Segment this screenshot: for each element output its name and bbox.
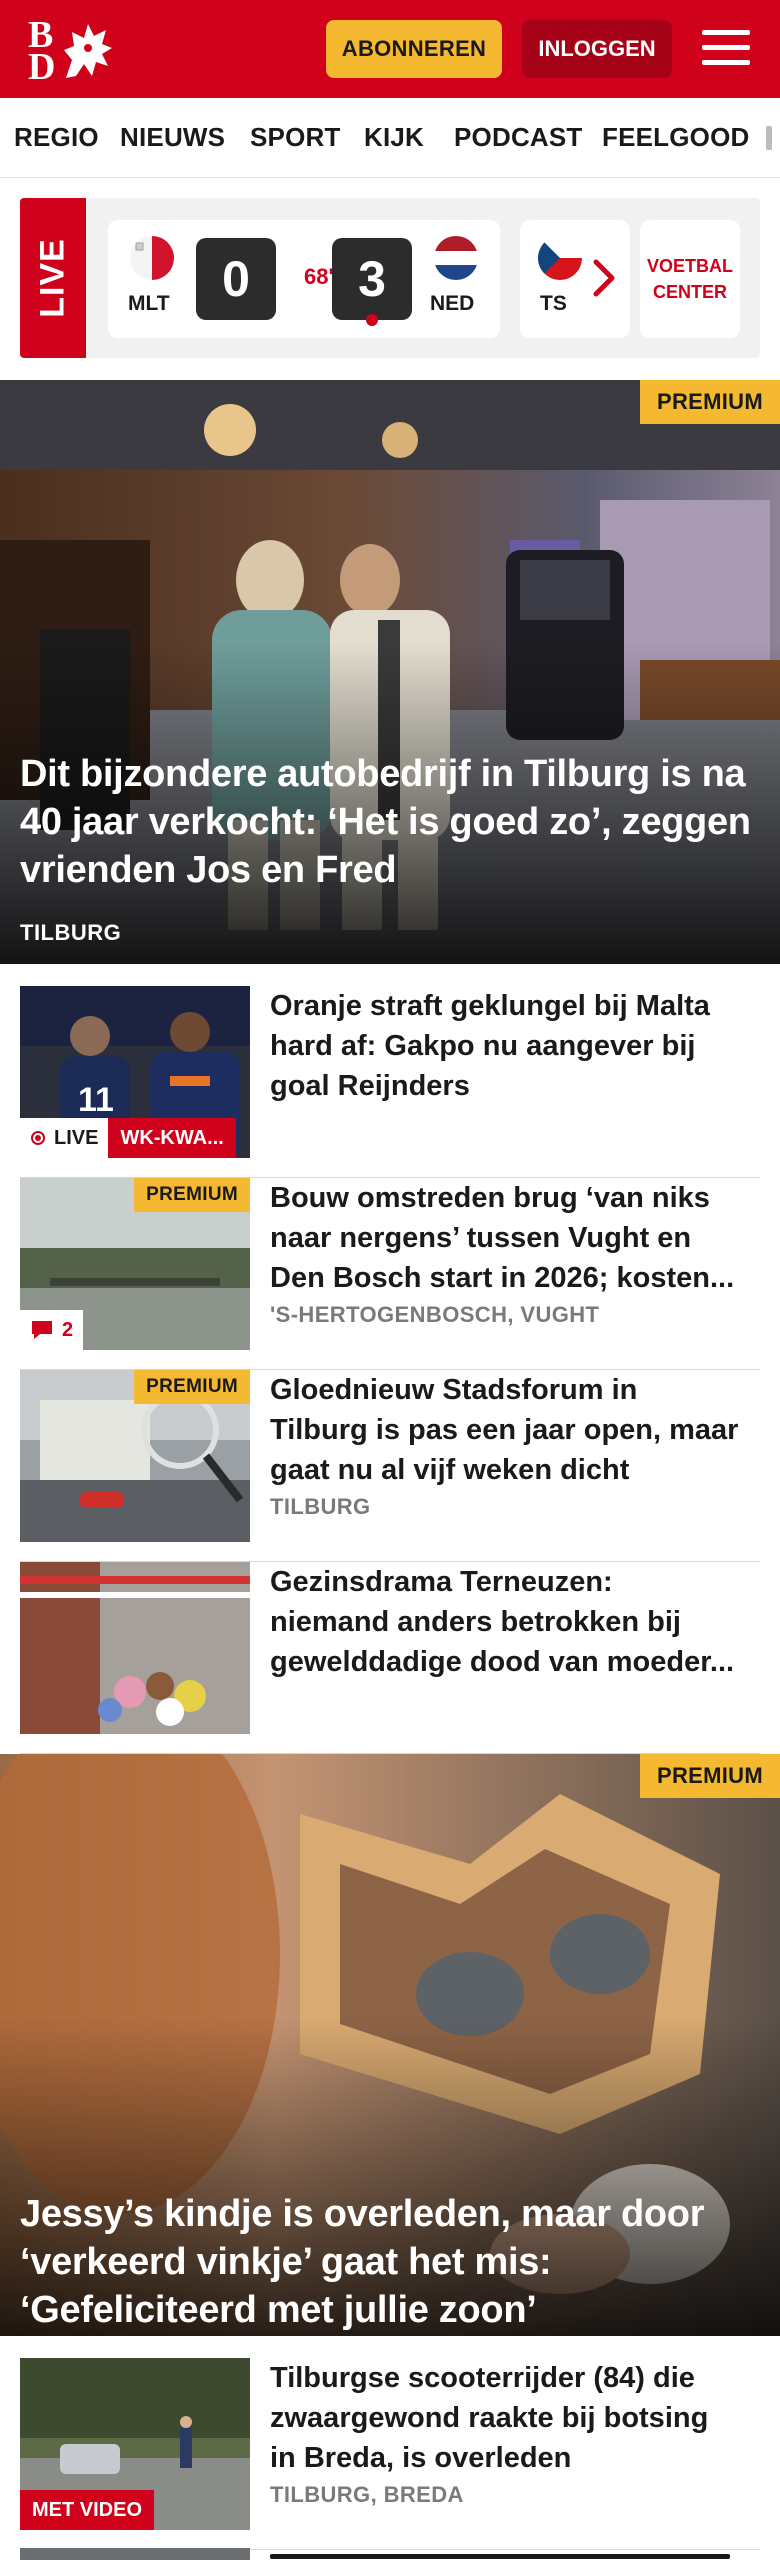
next-thumbnail-peek: [20, 2548, 250, 2560]
hero-article-2[interactable]: PREMIUM Jessy’s kindje is overleden, maa…: [0, 1754, 780, 2336]
netherlands-flag-icon: [434, 236, 478, 280]
nav-item-feelgood[interactable]: FEELGOOD: [602, 122, 750, 153]
czech-flag-icon: [538, 236, 582, 280]
bd-logo[interactable]: B D: [28, 16, 118, 86]
live-tag-label: LIVE: [33, 238, 72, 318]
article-location: TILBURG, BREDA: [270, 2482, 464, 2507]
comments-count: 2: [62, 1318, 74, 1341]
nav-overflow-indicator: [766, 126, 772, 150]
list-item[interactable]: Gezinsdrama Terneuzen: niemand anders be…: [20, 1562, 760, 1754]
premium-badge: PREMIUM: [134, 1370, 250, 1404]
thumbnail-accident: MET VIDEO: [20, 2358, 250, 2530]
premium-badge: PREMIUM: [640, 380, 780, 424]
live-tag: LIVE: [20, 198, 86, 358]
article-title[interactable]: Gloednieuw Stadsforum in Tilburg is pas …: [270, 1370, 740, 1490]
away-team-code: NED: [430, 292, 475, 315]
match-minute: 68': [304, 264, 334, 289]
thumbnail-football: 11 LIVE WK-KWA...: [20, 986, 250, 1158]
thumbnail-stadsforum: PREMIUM: [20, 1370, 250, 1542]
dragon-icon: [64, 24, 112, 78]
live-scores-strip: LIVE MLT 0 68' 3 NED TS VOETBAL CENTER: [20, 198, 760, 358]
thumbnail-bridge: PREMIUM 2: [20, 1178, 250, 1350]
thumbnail-memorial: [20, 1562, 250, 1734]
live-dot-icon: [31, 1131, 45, 1145]
comment-icon: [32, 1321, 52, 1339]
chevron-right-icon[interactable]: [592, 258, 618, 298]
list-item[interactable]: PREMIUM Gloednieuw Stadsforum in Tilburg…: [20, 1370, 760, 1562]
article-title[interactable]: Oranje straft geklungel bij Malta hard a…: [270, 986, 740, 1106]
article-location: TILBURG: [270, 1494, 371, 1519]
comments-badge[interactable]: 2: [20, 1310, 84, 1350]
away-score: 3: [332, 238, 412, 320]
nav-item-sport[interactable]: SPORT: [250, 122, 341, 153]
live-badge: LIVE WK-KWA...: [20, 1118, 236, 1158]
hamburger-menu-icon[interactable]: [702, 26, 750, 70]
home-score: 0: [196, 238, 276, 320]
category-badge: WK-KWA...: [108, 1118, 236, 1158]
article-title[interactable]: Tilburgse scooterrijder (84) die zwaarge…: [270, 2358, 740, 2478]
hero-article-1[interactable]: PREMIUM Dit bijzondere autobedrijf in Ti…: [0, 380, 780, 964]
nav-item-regio[interactable]: REGIO: [14, 122, 99, 153]
article-title[interactable]: Bouw omstreden brug ‘van niks naar nerge…: [270, 1178, 740, 1298]
list-item[interactable]: MET VIDEO Tilburgse scooterrijder (84) d…: [20, 2358, 760, 2550]
goal-indicator-dot: [366, 314, 378, 326]
list-item[interactable]: 11 LIVE WK-KWA... Oranje straft geklunge…: [20, 986, 760, 1178]
voetbal-center-link[interactable]: VOETBAL CENTER: [640, 220, 740, 338]
premium-badge: PREMIUM: [134, 1178, 250, 1212]
voetbal-center-line2: CENTER: [652, 282, 727, 302]
list-item[interactable]: PREMIUM 2 Bouw omstreden brug ‘van niks …: [20, 1178, 760, 1370]
svg-text:11: 11: [78, 1081, 114, 1119]
hero-title[interactable]: Jessy’s kindje is overleden, maar door ‘…: [20, 2190, 756, 2334]
home-team-code: MLT: [128, 292, 170, 315]
article-location: 'S-HERTOGENBOSCH, VUGHT: [270, 1302, 600, 1327]
subscribe-button[interactable]: ABONNEREN: [326, 20, 502, 78]
nav-item-podcast[interactable]: PODCAST: [454, 122, 583, 153]
top-header: B D ABONNEREN INLOGGEN: [0, 0, 780, 98]
hero-title[interactable]: Dit bijzondere autobedrijf in Tilburg is…: [20, 750, 756, 894]
voetbal-center-line1: VOETBAL: [646, 256, 733, 276]
login-button[interactable]: INLOGGEN: [522, 20, 672, 78]
main-nav: REGIO NIEUWS SPORT KIJK PODCAST FEELGOOD: [0, 98, 780, 178]
video-badge: MET VIDEO: [20, 2490, 155, 2530]
malta-flag-icon: [130, 236, 174, 280]
nav-item-kijk[interactable]: KIJK: [364, 122, 424, 153]
match-card[interactable]: MLT 0 68' 3 NED: [108, 220, 500, 338]
article-title[interactable]: Gezinsdrama Terneuzen: niemand anders be…: [270, 1562, 740, 1682]
next-title-peek: [270, 2548, 740, 2560]
hero-location: TILBURG: [20, 920, 122, 945]
premium-badge: PREMIUM: [640, 1754, 780, 1798]
next-match-team-code: TS: [540, 292, 567, 315]
nav-item-nieuws[interactable]: NIEUWS: [120, 122, 225, 153]
logo-letter-d: D: [28, 46, 56, 88]
live-badge-label: LIVE: [54, 1126, 99, 1149]
